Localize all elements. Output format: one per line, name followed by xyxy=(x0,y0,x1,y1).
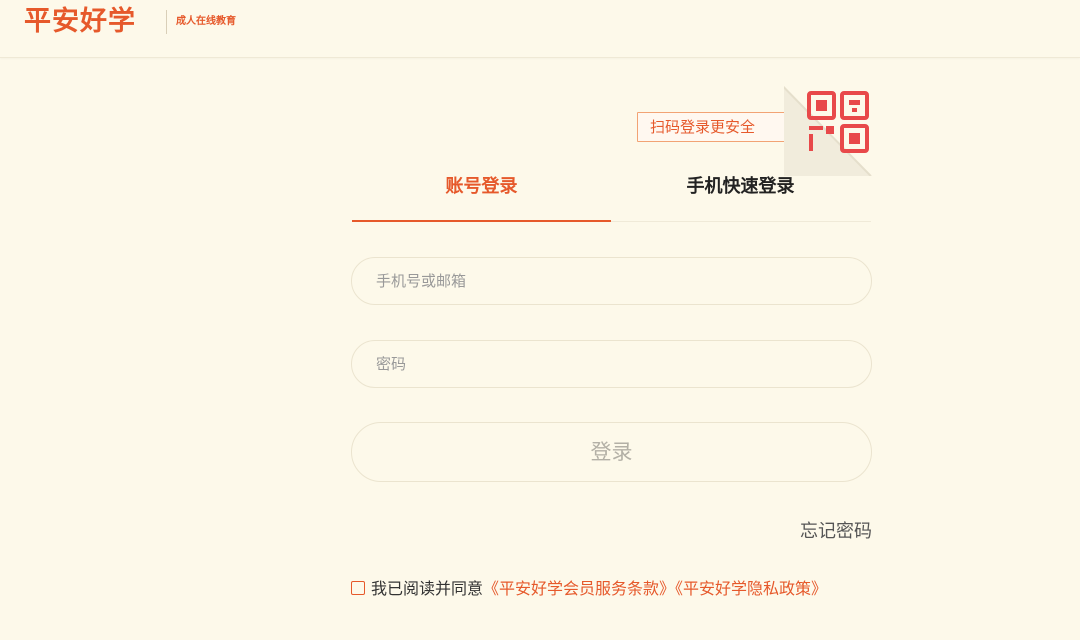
service-terms-link[interactable]: 《平安好学会员服务条款》 xyxy=(483,579,675,598)
privacy-policy-link[interactable]: 《平安好学隐私政策》 xyxy=(675,579,827,598)
logo-divider xyxy=(166,10,167,34)
login-button[interactable]: 登录 xyxy=(351,422,872,482)
qr-code-icon xyxy=(807,91,869,153)
password-input[interactable] xyxy=(351,340,872,388)
tab-account-login[interactable]: 账号登录 xyxy=(352,160,611,222)
top-header: 平安好学 成人在线教育 xyxy=(0,0,1080,58)
agreement-checkbox[interactable] xyxy=(351,581,365,595)
logo-tagline: 成人在线教育 xyxy=(176,16,236,27)
login-tabs: 账号登录 手机快速登录 xyxy=(352,160,871,222)
logo[interactable]: 平安好学 xyxy=(24,4,136,40)
tab-phone-login[interactable]: 手机快速登录 xyxy=(611,160,870,222)
agreement-row: 我已阅读并同意《平安好学会员服务条款》《平安好学隐私政策》 xyxy=(351,576,827,602)
qr-login-tip: 扫码登录更安全 xyxy=(637,112,793,142)
agreement-prefix: 我已阅读并同意 xyxy=(371,579,484,598)
forgot-password-link[interactable]: 忘记密码 xyxy=(780,519,872,545)
account-input[interactable] xyxy=(351,257,872,305)
